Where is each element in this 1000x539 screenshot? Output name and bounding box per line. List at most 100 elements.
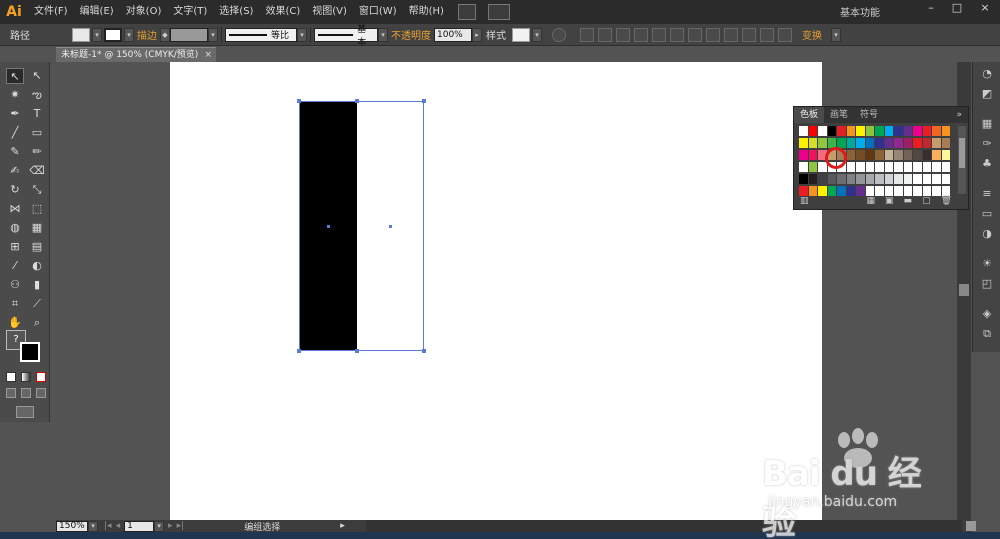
swatch[interactable] [941,150,950,160]
free-transform-tool-icon[interactable]: ⬚ [28,201,46,217]
brushes-panel-icon[interactable]: ✑ [978,136,996,152]
tab-swatches[interactable]: 色板 [794,107,825,123]
close-button[interactable]: × [970,0,1000,16]
tab-symbols[interactable]: 符号 [854,107,884,123]
menu-help[interactable]: 帮助(H) [403,0,450,24]
swatch[interactable] [865,162,874,172]
symbols-panel-icon[interactable]: ♣ [978,156,996,172]
swatch[interactable] [884,150,893,160]
blend-tool-icon[interactable]: ◐ [28,258,46,274]
transform-label[interactable]: 变换 [802,27,822,42]
swatch[interactable] [865,126,874,136]
column-graph-tool-icon[interactable]: ▮ [28,277,46,293]
handle-bottom-left[interactable] [297,349,301,353]
layers-panel-icon[interactable]: ◈ [978,306,996,322]
handle-bottom-right[interactable] [422,349,426,353]
stroke-dropdown[interactable]: ▾ [124,27,134,42]
swatch[interactable] [799,162,808,172]
rectangle-tool-icon[interactable]: ▭ [28,125,46,141]
handle-top-left[interactable] [297,99,301,103]
first-artboard-icon[interactable]: |◂ [104,521,112,531]
style-dropdown[interactable]: ▾ [532,27,542,42]
swatch[interactable] [865,150,874,160]
swatch[interactable] [913,174,922,184]
direct-selection-tool-icon[interactable]: ↖ [28,68,46,84]
stroke-box[interactable] [20,342,40,362]
swatch[interactable] [903,126,912,136]
swatch[interactable] [846,162,855,172]
hand-tool-icon[interactable]: ✋ [6,315,24,331]
stroke-weight-stepper[interactable]: ◆ [160,27,170,42]
swatch[interactable] [941,174,950,184]
artboards-panel-icon[interactable]: ⧉ [978,326,996,342]
swatch[interactable] [875,174,884,184]
line-segment-tool-icon[interactable]: ╱ [6,125,24,141]
swatch[interactable] [818,138,827,148]
status-menu-arrow[interactable]: ▸ [340,521,345,531]
blob-brush-tool-icon[interactable]: ✍ [6,163,24,179]
zoom-field[interactable]: 150% [56,520,88,532]
gradient-mode-icon[interactable] [21,372,31,382]
handle-bottom-mid[interactable] [355,349,359,353]
opacity-field[interactable]: 100% [434,27,472,42]
pencil-tool-icon[interactable]: ✏ [28,144,46,160]
swatch[interactable] [884,126,893,136]
swatch[interactable] [932,162,941,172]
swatch[interactable] [799,126,808,136]
recolor-icon[interactable] [552,27,566,42]
swatch[interactable] [894,174,903,184]
swatch[interactable] [808,162,817,172]
perspective-grid-tool-icon[interactable]: ▦ [28,220,46,236]
swatch[interactable] [922,138,931,148]
swatch[interactable] [875,126,884,136]
align-right-icon[interactable] [634,27,648,42]
swatch[interactable] [799,150,808,160]
menu-window[interactable]: 窗口(W) [353,0,403,24]
swatch[interactable] [922,174,931,184]
swatch[interactable] [913,150,922,160]
opacity-label[interactable]: 不透明度 [391,27,431,42]
swatch[interactable] [875,150,884,160]
eyedropper-tool-icon[interactable]: ⁄ [6,258,24,274]
menu-type[interactable]: 文字(T) [167,0,213,24]
artboard-number-field[interactable]: 1 [124,520,155,532]
opacity-dropdown[interactable]: ▸ [472,27,482,42]
next-artboard-icon[interactable]: ▸ [168,521,173,531]
swatch[interactable] [941,162,950,172]
arrange-documents-button[interactable] [487,4,510,20]
type-tool-icon[interactable]: T [28,106,46,122]
symbol-sprayer-tool-icon[interactable]: ⚇ [6,277,24,293]
swatch[interactable] [808,150,817,160]
swatch[interactable] [846,126,855,136]
draw-behind-icon[interactable] [21,388,31,398]
scale-tool-icon[interactable]: ⤡ [28,182,46,198]
new-swatch-icon[interactable]: ▢ [922,196,931,206]
zoom-tool-icon[interactable]: ⌕ [28,315,46,331]
swatch[interactable] [913,126,922,136]
transparency-panel-icon[interactable]: ◑ [978,226,996,242]
align-top-icon[interactable] [652,27,666,42]
distribute-bottom-icon[interactable] [742,27,756,42]
swatch[interactable] [913,162,922,172]
swatch[interactable] [903,138,912,148]
variable-width-profile[interactable]: 等比 [225,27,297,42]
color-mode-icon[interactable] [6,372,16,382]
appearance-panel-icon[interactable]: ☀ [978,256,996,272]
gradient-tool-icon[interactable]: ▤ [28,239,46,255]
swatch[interactable] [818,174,827,184]
graphic-style-swatch[interactable] [512,27,530,42]
swatch[interactable] [846,150,855,160]
fill-stroke-widget[interactable]: ? [6,330,44,364]
menu-effect[interactable]: 效果(C) [259,0,306,24]
graphic-styles-icon[interactable]: ◰ [978,276,996,292]
tab-brushes[interactable]: 画笔 [824,107,854,123]
swatch-libraries-icon[interactable]: ▥ [800,196,809,206]
artboard-tool-icon[interactable]: ⌗ [6,296,24,312]
menu-file[interactable]: 文件(F) [28,0,74,24]
align-left-icon[interactable] [598,27,612,42]
swatch[interactable] [884,174,893,184]
stroke-weight-field[interactable] [170,27,208,42]
last-artboard-icon[interactable]: ▸| [177,521,185,531]
bridge-button[interactable] [457,4,476,20]
menu-view[interactable]: 视图(V) [306,0,353,24]
